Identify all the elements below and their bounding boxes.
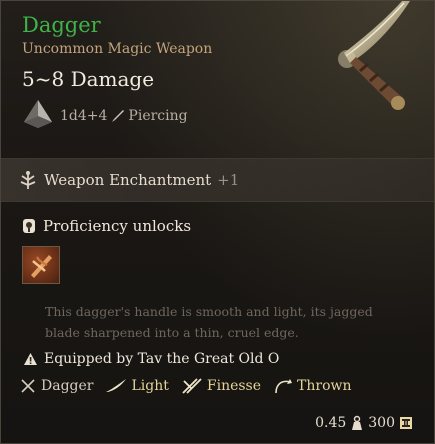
property-dagger[interactable]: Dagger xyxy=(19,377,93,395)
property-finesse[interactable]: Finesse xyxy=(181,377,261,395)
equipped-row: Equipped by Tav the Great Old O xyxy=(23,351,279,367)
proficiency-label: Proficiency unlocks xyxy=(43,217,192,235)
crossed-daggers-icon xyxy=(21,379,35,393)
warning-icon xyxy=(23,352,38,366)
gold-coin-icon xyxy=(399,416,413,430)
property-thrown[interactable]: Thrown xyxy=(273,377,352,395)
finesse-icon xyxy=(182,378,202,394)
dice-icon xyxy=(22,98,54,134)
proficiency-icon xyxy=(21,217,37,235)
enchantment-bonus: +1 xyxy=(217,171,240,189)
damage-range: 5~8 Damage xyxy=(22,67,155,91)
item-tooltip: Dagger Uncommon Magic Weapon 5~8 Damage … xyxy=(0,0,435,444)
weapon-properties: Dagger Light Finesse Thrown xyxy=(19,375,364,397)
enchantment-icon xyxy=(18,170,38,190)
damage-dice: 1d4+4 xyxy=(60,108,108,124)
property-finesse-label: Finesse xyxy=(206,378,262,394)
property-thrown-label: Thrown xyxy=(297,378,352,394)
piercing-icon xyxy=(112,110,125,122)
item-rarity: Uncommon Magic Weapon xyxy=(22,41,213,57)
item-name: Dagger xyxy=(22,13,101,37)
enchantment-label: Weapon Enchantment xyxy=(44,171,212,189)
property-light-label: Light xyxy=(131,378,169,394)
weight-icon xyxy=(350,415,364,431)
dagger-illustration xyxy=(284,1,434,131)
proficiency-header: Proficiency unlocks xyxy=(21,217,191,235)
damage-type: Piercing xyxy=(111,108,188,124)
property-dagger-label: Dagger xyxy=(41,378,94,394)
weight-value: 0.45 xyxy=(315,415,347,431)
property-light[interactable]: Light xyxy=(105,378,169,394)
thrown-arc-icon xyxy=(275,379,293,394)
feather-icon xyxy=(106,379,127,392)
item-description: This dagger's handle is smooth and light… xyxy=(45,304,373,340)
damage-dice-row: 1d4+4 Piercing xyxy=(22,99,188,133)
gold-value: 300 xyxy=(368,415,395,431)
equipped-label: Equipped by Tav the Great Old O xyxy=(44,351,280,367)
damage-type-label: Piercing xyxy=(128,108,188,124)
proficiency-action-tile[interactable] xyxy=(22,246,60,284)
item-footer: 0.45 300 xyxy=(315,415,417,431)
weapon-enchantment-row[interactable]: Weapon Enchantment +1 xyxy=(1,158,434,202)
